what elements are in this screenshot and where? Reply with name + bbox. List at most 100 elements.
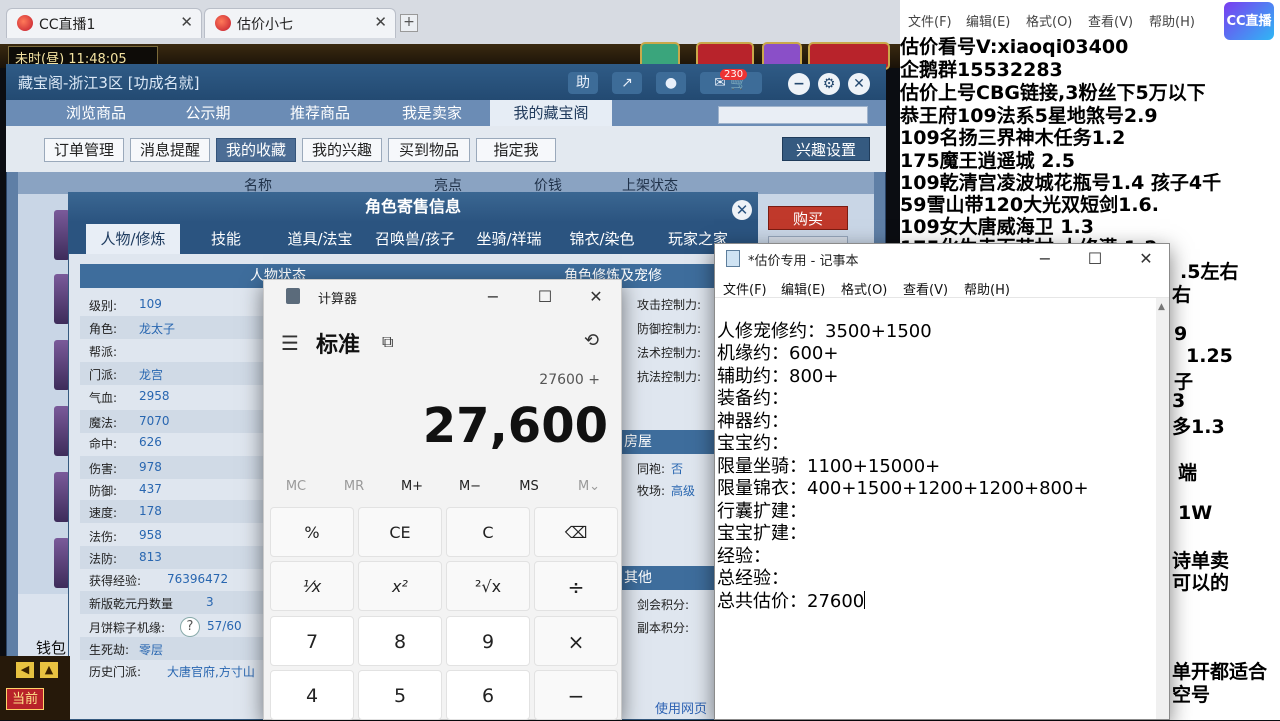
- stat-label: 帮派:: [89, 345, 118, 359]
- multiply-button[interactable]: ×: [534, 616, 618, 666]
- message-remind-button[interactable]: 消息提醒: [130, 138, 210, 162]
- digit-6-button[interactable]: 6: [446, 670, 530, 720]
- tab-pets[interactable]: 召唤兽/孩子: [368, 224, 462, 254]
- browser-tab-cc[interactable]: CC直播1 ✕: [6, 8, 202, 38]
- clear-button[interactable]: C: [446, 507, 530, 557]
- new-tab-button[interactable]: +: [400, 14, 418, 32]
- menu-edit[interactable]: 编辑(E): [781, 279, 825, 298]
- note-line: 行囊扩建：: [717, 500, 807, 522]
- overlay-menu-view[interactable]: 查看(V): [1088, 11, 1133, 30]
- bought-items-button[interactable]: 买到物品: [388, 138, 470, 162]
- tab-mounts[interactable]: 坐骑/祥瑞: [466, 224, 552, 254]
- menu-format[interactable]: 格式(O): [841, 279, 887, 298]
- arrow-left-icon[interactable]: ◀: [16, 662, 34, 678]
- help-button[interactable]: 助: [568, 72, 598, 94]
- tab-items[interactable]: 道具/法宝: [276, 224, 364, 254]
- keep-on-top-icon[interactable]: ⧉: [382, 332, 393, 352]
- close-icon[interactable]: ✕: [1134, 249, 1158, 268]
- digit-4-button[interactable]: 4: [270, 670, 354, 720]
- overlay-menu-help[interactable]: 帮助(H): [1149, 11, 1195, 30]
- notepad-scrollbar[interactable]: [1156, 298, 1169, 719]
- overlay-menu-edit[interactable]: 编辑(E): [966, 11, 1010, 30]
- overlay-menu-file[interactable]: 文件(F): [908, 11, 952, 30]
- digit-5-button[interactable]: 5: [358, 670, 442, 720]
- minimize-icon[interactable]: −: [481, 287, 505, 306]
- tab-browse[interactable]: 浏览商品: [40, 100, 152, 126]
- current-button[interactable]: 当前: [6, 688, 44, 710]
- scroll-up-icon[interactable]: ▲: [1158, 302, 1165, 312]
- other-row: 副本积分:: [637, 621, 690, 635]
- tab-my-treasure[interactable]: 我的藏宝阁: [490, 100, 612, 126]
- menu-file[interactable]: 文件(F): [723, 279, 767, 298]
- close-tab-icon[interactable]: ✕: [374, 13, 387, 31]
- close-tab-icon[interactable]: ✕: [180, 13, 193, 31]
- browser-tab-label: CC直播1: [39, 17, 96, 33]
- digit-7-button[interactable]: 7: [270, 616, 354, 666]
- menu-help[interactable]: 帮助(H): [964, 279, 1010, 298]
- sqrt-button[interactable]: ²√x: [446, 561, 530, 611]
- tab-character[interactable]: 人物/修炼: [86, 224, 180, 254]
- settings-icon[interactable]: ⚙: [818, 73, 840, 95]
- my-interest-button[interactable]: 我的兴趣: [302, 138, 382, 162]
- overlay-menu-format[interactable]: 格式(O): [1026, 11, 1072, 30]
- tab-outfits[interactable]: 锦衣/染色: [556, 224, 648, 254]
- close-icon[interactable]: ✕: [848, 73, 870, 95]
- tab-public[interactable]: 公示期: [152, 100, 264, 126]
- digit-9-button[interactable]: 9: [446, 616, 530, 666]
- notepad-text-area[interactable]: 人修宠修约：3500+1500 机缘约：600+ 辅助约：800+ 装备约： 神器约：宝…: [717, 298, 1157, 636]
- record-icon[interactable]: ●: [656, 72, 686, 94]
- wallet-label[interactable]: 钱包: [36, 637, 66, 658]
- interest-settings-button[interactable]: 兴趣设置: [782, 137, 870, 161]
- order-manage-button[interactable]: 订单管理: [44, 138, 124, 162]
- square-button[interactable]: x²: [358, 561, 442, 611]
- stat-label: 气血:: [89, 391, 118, 405]
- divide-button[interactable]: ÷: [534, 561, 618, 611]
- clear-entry-button[interactable]: CE: [358, 507, 442, 557]
- memory-subtract-button[interactable]: M−: [440, 479, 500, 494]
- menu-view[interactable]: 查看(V): [903, 279, 948, 298]
- cc-live-logo: CC直播: [1224, 2, 1274, 40]
- tab-recommend[interactable]: 推荐商品: [264, 100, 376, 126]
- share-icon[interactable]: ↗: [612, 72, 642, 94]
- reciprocal-button[interactable]: ¹⁄x: [270, 561, 354, 611]
- stat-value: 437: [139, 482, 162, 496]
- stat-row: 新版乾元丹数量 3: [80, 591, 264, 614]
- minimize-icon[interactable]: −: [788, 73, 810, 95]
- note-line: 经验：: [717, 545, 771, 567]
- memory-clear-button[interactable]: MC: [266, 479, 326, 494]
- other-row: 剑会积分:: [637, 598, 690, 612]
- tab-skills[interactable]: 技能: [182, 224, 270, 254]
- tab-seller[interactable]: 我是卖家: [376, 100, 488, 126]
- my-favorites-button[interactable]: 我的收藏: [216, 138, 296, 162]
- hamburger-menu-icon[interactable]: ☰: [281, 331, 299, 355]
- maximize-icon[interactable]: ☐: [1083, 249, 1107, 268]
- memory-store-button[interactable]: MS: [499, 479, 559, 494]
- memory-add-button[interactable]: M+: [382, 479, 442, 494]
- minus-button[interactable]: −: [534, 670, 618, 720]
- arrow-up-icon[interactable]: ▲: [40, 662, 58, 678]
- minimize-icon[interactable]: −: [1033, 249, 1057, 268]
- use-webpage-link[interactable]: 使用网页: [655, 698, 707, 717]
- maximize-icon[interactable]: ☐: [533, 287, 557, 306]
- buy-button[interactable]: 购买: [768, 206, 848, 230]
- search-input[interactable]: [718, 106, 868, 124]
- cc-favicon-icon: [215, 15, 231, 31]
- memory-list-button[interactable]: M⌄: [559, 479, 619, 494]
- history-icon[interactable]: ⟲: [584, 330, 599, 351]
- stat-label: 获得经验:: [89, 574, 142, 588]
- help-icon[interactable]: ?: [180, 617, 200, 637]
- game-time: 未时(昼) 11:48:05: [8, 46, 158, 67]
- digit-8-button[interactable]: 8: [358, 616, 442, 666]
- stat-row: 帮派:: [80, 339, 280, 362]
- assigned-me-button[interactable]: 指定我: [476, 138, 556, 162]
- other-section-header: 其他: [622, 566, 714, 590]
- overlay-fragment: 端: [1178, 462, 1198, 484]
- overlay-fragment: 空号: [1172, 684, 1211, 706]
- backspace-button[interactable]: ⌫: [534, 507, 618, 557]
- text-caret: [864, 590, 866, 609]
- close-icon[interactable]: ✕: [584, 287, 608, 306]
- browser-tab-guji[interactable]: 估价小七 ✕: [204, 8, 396, 38]
- percent-button[interactable]: %: [270, 507, 354, 557]
- memory-recall-button[interactable]: MR: [324, 479, 384, 494]
- close-icon[interactable]: ✕: [732, 200, 752, 220]
